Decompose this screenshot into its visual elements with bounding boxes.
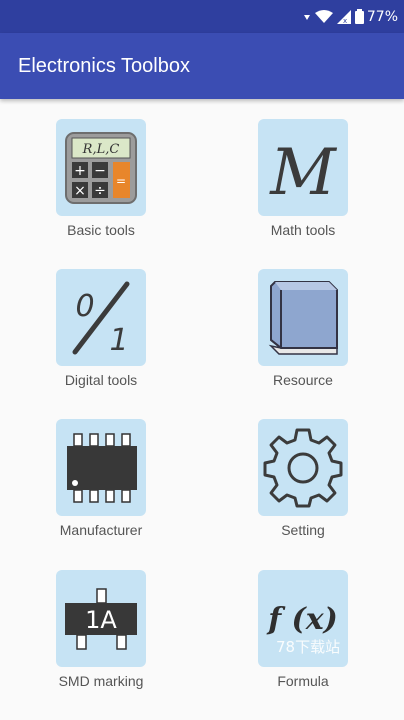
data-arrow-icon [303,12,311,22]
tile-resource[interactable]: Resource [228,249,378,389]
tile-setting[interactable]: Setting [228,399,378,539]
svg-text:+: + [74,163,86,179]
svg-text:÷: ÷ [94,183,106,199]
tile-basic-tools[interactable]: R,L,C + − × ÷ = Basic tools [26,99,176,239]
svg-text:1A: 1A [85,606,117,634]
chip-icon [56,419,146,516]
svg-text:R,L,C: R,L,C [82,142,120,157]
tile-label: Formula [277,673,329,689]
svg-text:0: 0 [75,289,94,324]
svg-text:−: − [94,163,106,179]
svg-text:x: x [343,17,347,24]
tile-label: Setting [281,522,325,538]
svg-text:=: = [116,174,126,188]
tile-formula[interactable]: f (x) Formula [228,550,378,690]
gear-icon [258,419,348,516]
tools-grid: R,L,C + − × ÷ = Basic tools M Math tools [0,99,404,720]
tile-manufacturer[interactable]: Manufacturer [26,399,176,539]
cell-signal-icon: x [336,9,351,24]
svg-text:1: 1 [109,323,128,358]
tile-label: Math tools [270,222,336,238]
tile-label: Basic tools [67,222,135,238]
battery-percent: 77% [366,8,398,25]
smd-component-icon: 1A [56,570,146,667]
status-bar: x 77% [0,0,404,33]
svg-text:M: M [269,136,337,208]
wifi-icon [314,9,333,24]
digital-zero-one-icon: 0 1 [56,269,146,366]
calculator-icon: R,L,C + − × ÷ = [56,119,146,216]
tile-digital-tools[interactable]: 0 1 Digital tools [26,249,176,389]
book-icon [258,269,348,366]
tile-math-tools[interactable]: M Math tools [228,99,378,239]
svg-text:×: × [74,183,86,199]
tile-label: Resource [273,372,333,388]
app-bar: Electronics Toolbox [0,33,404,99]
tile-smd-marking[interactable]: 1A SMD marking [26,550,176,690]
math-m-icon: M [258,119,348,216]
app-title: Electronics Toolbox [18,54,190,77]
watermark-text: 78下载站 [276,638,341,656]
tile-label: Manufacturer [59,522,143,538]
battery-icon [354,9,364,24]
tile-label: Digital tools [64,372,138,388]
tile-label: SMD marking [58,673,144,689]
svg-text:f (x): f (x) [266,602,338,637]
